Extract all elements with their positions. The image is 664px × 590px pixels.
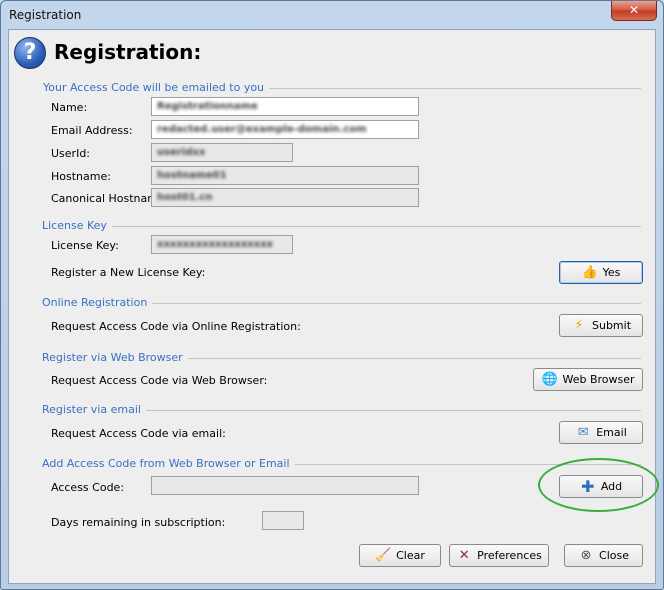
web-label: Request Access Code via Web Browser: <box>51 374 268 387</box>
license-key-field: xxxxxxxxxxxxxxxxxx <box>151 235 293 254</box>
new-license-label: Register a New License Key: <box>51 266 206 279</box>
add-button-label: Add <box>600 480 623 493</box>
email-button[interactable]: ✉ Email <box>559 421 643 444</box>
window-close-button[interactable]: ✕ <box>611 1 657 21</box>
preferences-button-label: Preferences <box>477 549 542 562</box>
email-field[interactable]: redacted.user@example-domain.com <box>151 120 419 139</box>
yes-button-label: Yes <box>602 266 621 279</box>
registration-window: Registration ✕ ? Registration: Your Acce… <box>0 0 664 590</box>
name-label: Name: <box>51 101 88 114</box>
thumbs-up-icon: 👍 <box>581 264 598 280</box>
section-online-title: Online Registration <box>42 296 153 309</box>
access-code-field[interactable] <box>151 476 419 495</box>
page-title: Registration: <box>54 40 202 64</box>
tools-icon: ✕ <box>458 547 470 563</box>
submit-button[interactable]: ⚡ Submit <box>559 314 643 337</box>
plus-icon: ✚ <box>581 476 595 496</box>
section-email: Register via email <box>42 403 641 417</box>
clear-button[interactable]: 🧹 Clear <box>359 544 441 567</box>
envelope-icon: ✉ <box>577 424 589 440</box>
section-license: License Key <box>42 219 641 233</box>
email-label: Email Address: <box>51 124 133 137</box>
email-button-label: Email <box>596 426 627 439</box>
clear-button-label: Clear <box>396 549 425 562</box>
access-code-label: Access Code: <box>51 481 125 494</box>
divider <box>42 226 641 227</box>
hostname-field: hostname01 <box>151 166 419 185</box>
globe-icon: 🌐 <box>541 371 558 387</box>
close-button[interactable]: ⊗ Close <box>564 544 643 567</box>
days-remaining-label: Days remaining in subscription: <box>51 516 226 529</box>
hostname-label: Hostname: <box>51 170 111 183</box>
userid-field: useridxx <box>151 143 293 162</box>
online-label: Request Access Code via Online Registrat… <box>51 320 301 333</box>
section-web-title: Register via Web Browser <box>42 351 188 364</box>
canonical-hostname-field: host01.cn <box>151 188 419 207</box>
close-icon: ✕ <box>628 3 640 17</box>
submit-button-label: Submit <box>591 319 632 332</box>
web-browser-button[interactable]: 🌐 Web Browser <box>533 368 643 391</box>
section-add-title: Add Access Code from Web Browser or Emai… <box>42 457 295 470</box>
yes-button[interactable]: 👍 Yes <box>559 261 643 284</box>
web-browser-button-label: Web Browser <box>562 373 635 386</box>
section-license-title: License Key <box>42 219 112 232</box>
close-button-label: Close <box>599 549 629 562</box>
license-key-label: License Key: <box>51 239 119 252</box>
userid-label: UserId: <box>51 147 91 160</box>
name-field[interactable]: Registrationname <box>151 97 419 116</box>
dialog-body: ? Registration: Your Access Code will be… <box>8 29 659 584</box>
section-email-title: Register via email <box>42 403 146 416</box>
section-web: Register via Web Browser <box>42 351 641 365</box>
section-access-title: Your Access Code will be emailed to you <box>43 81 270 94</box>
add-button[interactable]: ✚ Add <box>559 475 643 498</box>
close-circle-icon: ⊗ <box>580 547 592 563</box>
title-bar: Registration ✕ <box>1 1 663 29</box>
days-remaining-field <box>262 511 304 530</box>
window-title: Registration <box>9 8 82 22</box>
help-icon: ? <box>14 37 46 69</box>
preferences-button[interactable]: ✕ Preferences <box>449 544 549 567</box>
section-online: Online Registration <box>42 296 641 310</box>
section-access: Your Access Code will be emailed to you <box>43 81 641 95</box>
broom-icon: 🧹 <box>375 547 392 563</box>
email-row-label: Request Access Code via email: <box>51 427 226 440</box>
lightning-icon: ⚡ <box>574 317 584 333</box>
